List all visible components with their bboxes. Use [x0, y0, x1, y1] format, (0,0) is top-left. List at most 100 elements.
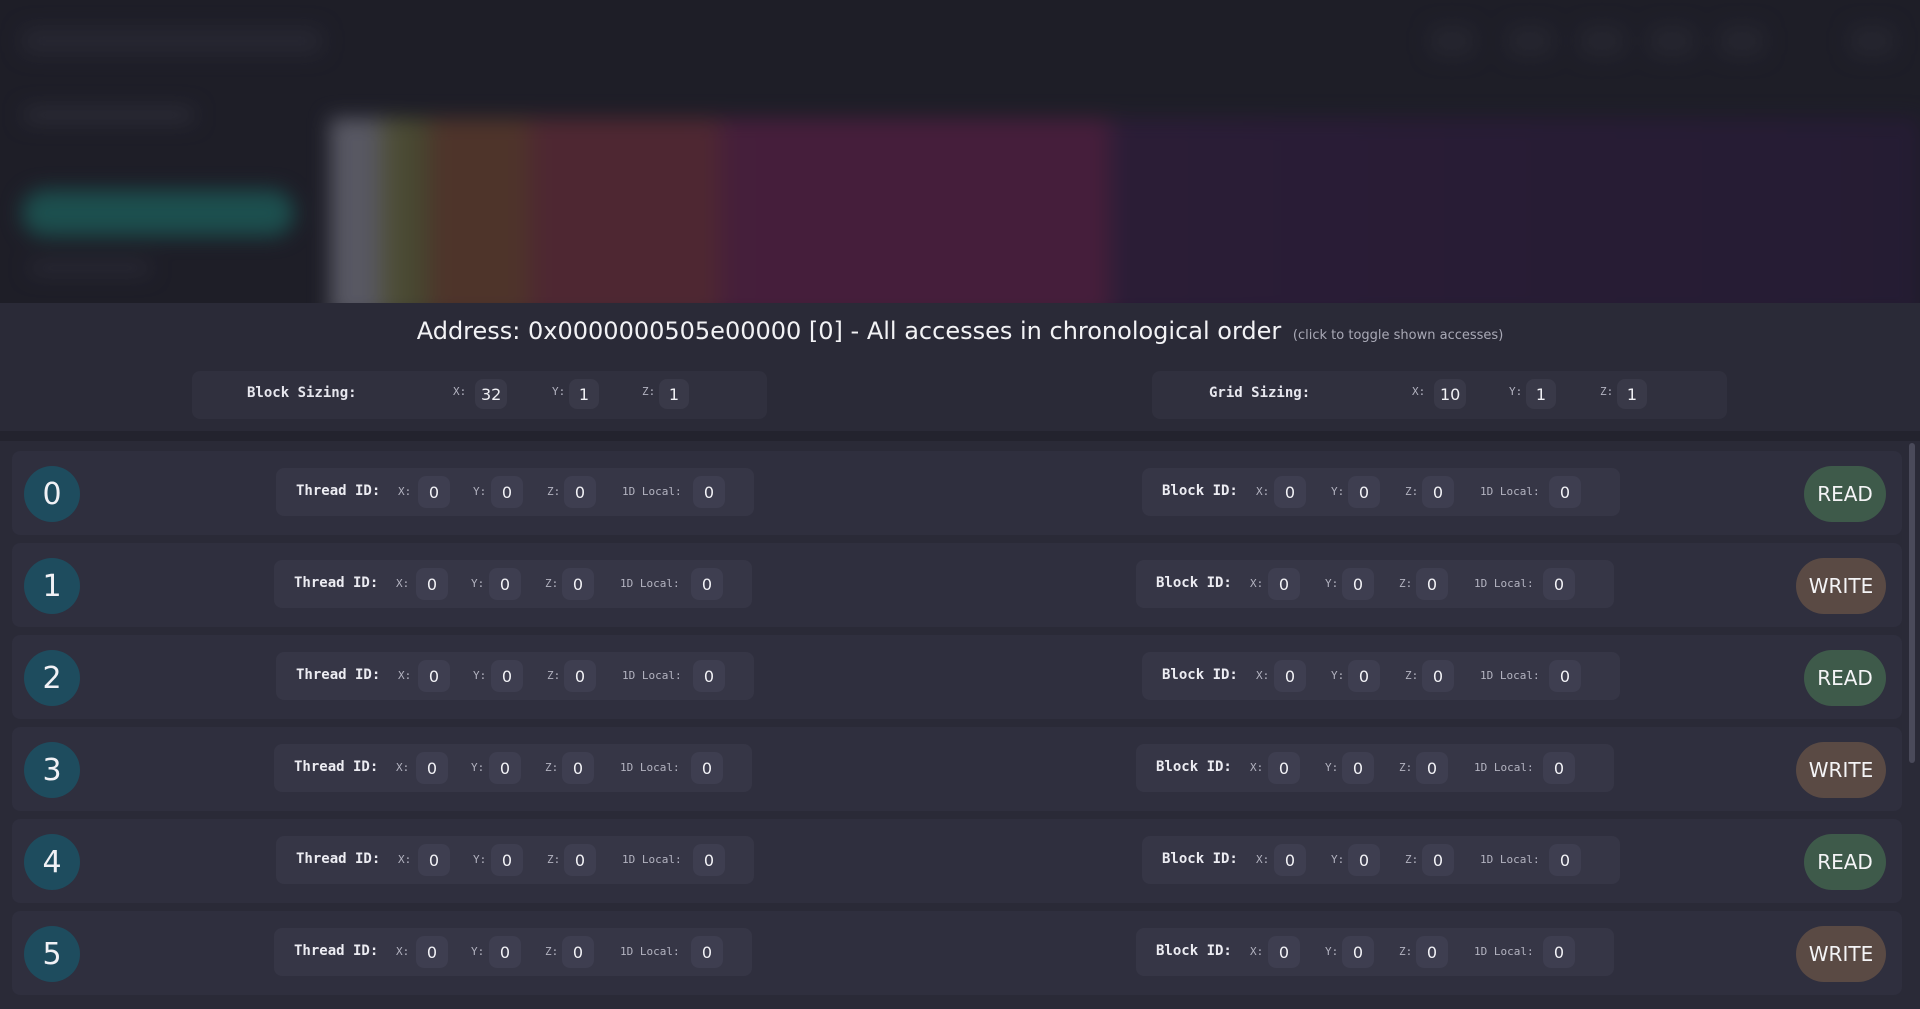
thread-local-value: 0: [693, 476, 725, 508]
thread-y-label: Y:: [473, 485, 487, 498]
block-sizing-y-value: 1: [569, 379, 599, 409]
block-y-label: Y:: [1331, 485, 1345, 498]
access-type-button[interactable]: READ: [1804, 834, 1886, 890]
block-id-label: Block ID:: [1162, 851, 1238, 867]
access-type-button[interactable]: WRITE: [1796, 926, 1886, 982]
access-type-button[interactable]: READ: [1804, 650, 1886, 706]
access-index: 2: [42, 660, 62, 696]
access-row[interactable]: 5 Thread ID: X: 0 Y: 0 Z: 0 1D Local: 0 …: [12, 911, 1902, 995]
block-x-label: X:: [1250, 577, 1264, 590]
access-type-button[interactable]: READ: [1804, 466, 1886, 522]
block-y-label: Y:: [1325, 577, 1339, 590]
block-x-label: X:: [1256, 485, 1270, 498]
thread-local-label: 1D Local:: [622, 853, 682, 866]
block-x-value: 0: [1268, 936, 1300, 968]
block-y-label: Y:: [1325, 761, 1339, 774]
block-local-label: 1D Local:: [1474, 945, 1534, 958]
thread-z-label: Z:: [547, 669, 561, 682]
thread-y-value: 0: [491, 660, 523, 692]
thread-y-label: Y:: [471, 577, 485, 590]
thread-x-label: X:: [398, 485, 412, 498]
access-row[interactable]: 3 Thread ID: X: 0 Y: 0 Z: 0 1D Local: 0 …: [12, 727, 1902, 811]
thread-id-label: Thread ID:: [296, 851, 381, 867]
block-x-label: X:: [1250, 945, 1264, 958]
access-type-button[interactable]: WRITE: [1796, 742, 1886, 798]
block-local-label: 1D Local:: [1480, 853, 1540, 866]
thread-id-label: Thread ID:: [294, 759, 379, 775]
block-x-value: 0: [1268, 568, 1300, 600]
block-z-value: 0: [1416, 936, 1448, 968]
block-sizing-z-value: 1: [659, 379, 689, 409]
scrollbar-thumb[interactable]: [1909, 443, 1915, 763]
block-y-value: 0: [1348, 476, 1380, 508]
access-index: 4: [42, 844, 62, 880]
access-index: 3: [42, 752, 62, 788]
block-local-label: 1D Local:: [1474, 761, 1534, 774]
block-z-value: 0: [1416, 568, 1448, 600]
thread-x-label: X:: [398, 853, 412, 866]
block-local-value: 0: [1549, 476, 1581, 508]
grid-sizing-x-label: X:: [1412, 385, 1426, 398]
block-y-value: 0: [1348, 660, 1380, 692]
thread-id-label: Thread ID:: [296, 667, 381, 683]
thread-local-label: 1D Local:: [622, 485, 682, 498]
thread-local-label: 1D Local:: [620, 761, 680, 774]
thread-z-label: Z:: [545, 945, 559, 958]
modal-title[interactable]: Address: 0x0000000505e00000 [0] - All ac…: [0, 317, 1920, 345]
thread-id-label: Thread ID:: [296, 483, 381, 499]
access-index-badge: 5: [24, 926, 80, 982]
block-x-label: X:: [1256, 669, 1270, 682]
block-y-value: 0: [1342, 936, 1374, 968]
thread-local-label: 1D Local:: [622, 669, 682, 682]
thread-local-value: 0: [693, 660, 725, 692]
thread-y-label: Y:: [473, 669, 487, 682]
block-local-value: 0: [1549, 660, 1581, 692]
block-z-label: Z:: [1405, 669, 1419, 682]
block-local-value: 0: [1543, 568, 1575, 600]
thread-local-label: 1D Local:: [620, 577, 680, 590]
block-local-label: 1D Local:: [1474, 577, 1534, 590]
access-type-button[interactable]: WRITE: [1796, 558, 1886, 614]
grid-sizing-x-value: 10: [1434, 379, 1467, 409]
thread-z-label: Z:: [545, 577, 559, 590]
thread-id-box: Thread ID: X: 0 Y: 0 Z: 0 1D Local: 0: [276, 652, 754, 700]
thread-x-label: X:: [396, 577, 410, 590]
block-id-box: Block ID: X: 0 Y: 0 Z: 0 1D Local: 0: [1142, 468, 1620, 516]
block-z-value: 0: [1422, 660, 1454, 692]
access-row[interactable]: 4 Thread ID: X: 0 Y: 0 Z: 0 1D Local: 0 …: [12, 819, 1902, 903]
block-z-value: 0: [1416, 752, 1448, 784]
block-sizing-y-label: Y:: [552, 385, 566, 398]
modal-title-text: Address: 0x0000000505e00000 [0] - All ac…: [416, 317, 1282, 345]
block-z-label: Z:: [1399, 761, 1413, 774]
block-x-value: 0: [1274, 844, 1306, 876]
block-id-label: Block ID:: [1162, 483, 1238, 499]
grid-sizing-y-label: Y:: [1509, 385, 1523, 398]
access-detail-modal: Address: 0x0000000505e00000 [0] - All ac…: [0, 303, 1920, 1009]
thread-local-label: 1D Local:: [620, 945, 680, 958]
thread-y-value: 0: [491, 476, 523, 508]
grid-sizing-z-label: Z:: [1600, 385, 1614, 398]
thread-id-box: Thread ID: X: 0 Y: 0 Z: 0 1D Local: 0: [276, 468, 754, 516]
access-row[interactable]: 0 Thread ID: X: 0 Y: 0 Z: 0 1D Local: 0 …: [12, 451, 1902, 535]
thread-z-label: Z:: [545, 761, 559, 774]
access-row[interactable]: 1 Thread ID: X: 0 Y: 0 Z: 0 1D Local: 0 …: [12, 543, 1902, 627]
block-x-value: 0: [1274, 660, 1306, 692]
access-index-badge: 3: [24, 742, 80, 798]
block-y-value: 0: [1342, 568, 1374, 600]
access-index-badge: 4: [24, 834, 80, 890]
block-id-label: Block ID:: [1162, 667, 1238, 683]
block-z-label: Z:: [1399, 577, 1413, 590]
access-list-scrollbar[interactable]: [1908, 443, 1916, 1009]
block-z-label: Z:: [1405, 485, 1419, 498]
thread-id-box: Thread ID: X: 0 Y: 0 Z: 0 1D Local: 0: [276, 836, 754, 884]
thread-x-label: X:: [398, 669, 412, 682]
block-sizing-panel: Block Sizing: X: 32 Y: 1 Z: 1: [192, 371, 767, 419]
access-index-badge: 2: [24, 650, 80, 706]
thread-z-value: 0: [564, 844, 596, 876]
block-local-value: 0: [1549, 844, 1581, 876]
background-dim-overlay: [0, 0, 1920, 303]
grid-sizing-y-value: 1: [1526, 379, 1556, 409]
thread-z-value: 0: [562, 936, 594, 968]
access-row[interactable]: 2 Thread ID: X: 0 Y: 0 Z: 0 1D Local: 0 …: [12, 635, 1902, 719]
thread-x-value: 0: [418, 660, 450, 692]
